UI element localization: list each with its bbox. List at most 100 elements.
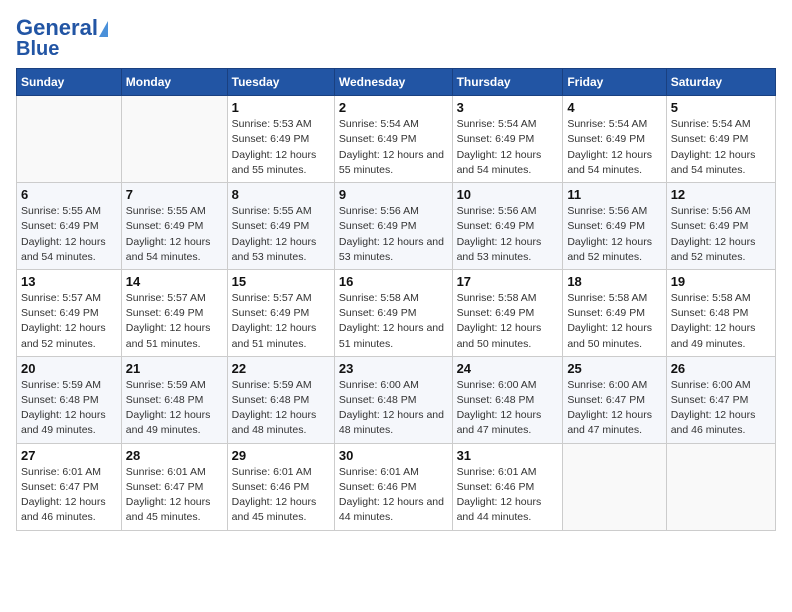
calendar-cell: 24Sunrise: 6:00 AMSunset: 6:48 PMDayligh…	[452, 356, 563, 443]
day-number: 21	[126, 361, 223, 376]
calendar-cell: 31Sunrise: 6:01 AMSunset: 6:46 PMDayligh…	[452, 443, 563, 530]
calendar-cell: 16Sunrise: 5:58 AMSunset: 6:49 PMDayligh…	[334, 269, 452, 356]
day-info: Sunrise: 5:56 AMSunset: 6:49 PMDaylight:…	[671, 204, 771, 265]
day-number: 29	[232, 448, 330, 463]
day-info: Sunrise: 5:55 AMSunset: 6:49 PMDaylight:…	[21, 204, 117, 265]
day-number: 7	[126, 187, 223, 202]
calendar-cell: 22 Sunrise: 5:59 AMSunset: 6:48 PMDayligh…	[227, 356, 334, 443]
day-info: Sunrise: 6:00 AMSunset: 6:47 PMDaylight:…	[671, 378, 771, 439]
day-header: Tuesday	[227, 69, 334, 96]
calendar-table: SundayMondayTuesdayWednesdayThursdayFrid…	[16, 68, 776, 530]
day-info: Sunrise: 5:54 AMSunset: 6:49 PMDaylight:…	[671, 117, 771, 178]
calendar-week-row: 13 Sunrise: 5:57 AMSunset: 6:49 PMDayligh…	[17, 269, 776, 356]
day-header: Saturday	[666, 69, 775, 96]
day-number: 30	[339, 448, 448, 463]
day-number: 14	[126, 274, 223, 289]
day-number: 26	[671, 361, 771, 376]
calendar-cell: 19 Sunrise: 5:58 AMSunset: 6:48 PMDayligh…	[666, 269, 775, 356]
day-number: 19	[671, 274, 771, 289]
calendar-cell: 21 Sunrise: 5:59 AMSunset: 6:48 PMDayligh…	[121, 356, 227, 443]
day-number: 24	[457, 361, 559, 376]
calendar-week-row: 20 Sunrise: 5:59 AMSunset: 6:48 PMDayligh…	[17, 356, 776, 443]
day-number: 5	[671, 100, 771, 115]
logo-subtext: Blue	[16, 38, 59, 60]
day-info: Sunrise: 5:54 AMSunset: 6:49 PMDaylight:…	[567, 117, 661, 178]
day-number: 27	[21, 448, 117, 463]
day-info: Sunrise: 5:59 AMSunset: 6:48 PMDaylight:…	[21, 378, 117, 439]
day-number: 10	[457, 187, 559, 202]
calendar-cell	[17, 96, 122, 183]
day-info: Sunrise: 6:01 AMSunset: 6:47 PMDaylight:…	[21, 465, 117, 526]
day-number: 2	[339, 100, 448, 115]
day-info: Sunrise: 6:00 AMSunset: 6:48 PMDaylight:…	[339, 378, 448, 439]
day-info: Sunrise: 5:57 AMSunset: 6:49 PMDaylight:…	[232, 291, 330, 352]
calendar-cell	[563, 443, 666, 530]
calendar-cell: 13 Sunrise: 5:57 AMSunset: 6:49 PMDayligh…	[17, 269, 122, 356]
calendar-cell: 10Sunrise: 5:56 AMSunset: 6:49 PMDayligh…	[452, 183, 563, 270]
calendar-cell	[121, 96, 227, 183]
day-info: Sunrise: 5:59 AMSunset: 6:48 PMDaylight:…	[232, 378, 330, 439]
day-info: Sunrise: 5:58 AMSunset: 6:49 PMDaylight:…	[339, 291, 448, 352]
calendar-cell: 17 Sunrise: 5:58 AMSunset: 6:49 PMDayligh…	[452, 269, 563, 356]
calendar-cell: 7 Sunrise: 5:55 AMSunset: 6:49 PMDaylight…	[121, 183, 227, 270]
calendar-cell: 6 Sunrise: 5:55 AMSunset: 6:49 PMDaylight…	[17, 183, 122, 270]
calendar-cell: 26 Sunrise: 6:00 AMSunset: 6:47 PMDayligh…	[666, 356, 775, 443]
calendar-cell: 9 Sunrise: 5:56 AMSunset: 6:49 PMDaylight…	[334, 183, 452, 270]
day-info: Sunrise: 6:01 AMSunset: 6:46 PMDaylight:…	[339, 465, 448, 526]
day-info: Sunrise: 5:58 AMSunset: 6:49 PMDaylight:…	[567, 291, 661, 352]
calendar-cell: 15Sunrise: 5:57 AMSunset: 6:49 PMDayligh…	[227, 269, 334, 356]
calendar-cell: 29 Sunrise: 6:01 AMSunset: 6:46 PMDayligh…	[227, 443, 334, 530]
calendar-cell: 2 Sunrise: 5:54 AMSunset: 6:49 PMDaylight…	[334, 96, 452, 183]
day-info: Sunrise: 5:55 AMSunset: 6:49 PMDaylight:…	[232, 204, 330, 265]
day-number: 8	[232, 187, 330, 202]
calendar-cell: 18Sunrise: 5:58 AMSunset: 6:49 PMDayligh…	[563, 269, 666, 356]
day-header: Sunday	[17, 69, 122, 96]
day-number: 23	[339, 361, 448, 376]
calendar-cell: 8 Sunrise: 5:55 AMSunset: 6:49 PMDaylight…	[227, 183, 334, 270]
day-info: Sunrise: 5:56 AMSunset: 6:49 PMDaylight:…	[567, 204, 661, 265]
day-info: Sunrise: 5:54 AMSunset: 6:49 PMDaylight:…	[339, 117, 448, 178]
day-number: 20	[21, 361, 117, 376]
day-number: 28	[126, 448, 223, 463]
day-number: 3	[457, 100, 559, 115]
day-header: Wednesday	[334, 69, 452, 96]
day-info: Sunrise: 5:55 AMSunset: 6:49 PMDaylight:…	[126, 204, 223, 265]
calendar-cell: 12Sunrise: 5:56 AMSunset: 6:49 PMDayligh…	[666, 183, 775, 270]
calendar-cell: 1Sunrise: 5:53 AMSunset: 6:49 PMDaylight…	[227, 96, 334, 183]
day-info: Sunrise: 5:53 AMSunset: 6:49 PMDaylight:…	[232, 117, 330, 178]
day-header: Monday	[121, 69, 227, 96]
day-info: Sunrise: 5:59 AMSunset: 6:48 PMDaylight:…	[126, 378, 223, 439]
calendar-cell: 30 Sunrise: 6:01 AMSunset: 6:46 PMDayligh…	[334, 443, 452, 530]
day-number: 11	[567, 187, 661, 202]
calendar-cell: 25Sunrise: 6:00 AMSunset: 6:47 PMDayligh…	[563, 356, 666, 443]
day-number: 6	[21, 187, 117, 202]
day-number: 9	[339, 187, 448, 202]
day-number: 22	[232, 361, 330, 376]
day-info: Sunrise: 6:01 AMSunset: 6:46 PMDaylight:…	[232, 465, 330, 526]
calendar-cell: 11 Sunrise: 5:56 AMSunset: 6:49 PMDayligh…	[563, 183, 666, 270]
calendar-week-row: 27 Sunrise: 6:01 AMSunset: 6:47 PMDayligh…	[17, 443, 776, 530]
day-info: Sunrise: 5:57 AMSunset: 6:49 PMDaylight:…	[21, 291, 117, 352]
calendar-cell: 3 Sunrise: 5:54 AMSunset: 6:49 PMDaylight…	[452, 96, 563, 183]
page-header: General Blue	[16, 16, 776, 60]
day-header: Friday	[563, 69, 666, 96]
day-header: Thursday	[452, 69, 563, 96]
day-info: Sunrise: 5:57 AMSunset: 6:49 PMDaylight:…	[126, 291, 223, 352]
calendar-cell: 14 Sunrise: 5:57 AMSunset: 6:49 PMDayligh…	[121, 269, 227, 356]
day-number: 4	[567, 100, 661, 115]
calendar-header: SundayMondayTuesdayWednesdayThursdayFrid…	[17, 69, 776, 96]
day-info: Sunrise: 5:58 AMSunset: 6:49 PMDaylight:…	[457, 291, 559, 352]
calendar-cell: 4 Sunrise: 5:54 AMSunset: 6:49 PMDaylight…	[563, 96, 666, 183]
logo: General Blue	[16, 16, 108, 60]
day-info: Sunrise: 5:58 AMSunset: 6:48 PMDaylight:…	[671, 291, 771, 352]
calendar-cell	[666, 443, 775, 530]
day-info: Sunrise: 5:56 AMSunset: 6:49 PMDaylight:…	[339, 204, 448, 265]
calendar-cell: 20 Sunrise: 5:59 AMSunset: 6:48 PMDayligh…	[17, 356, 122, 443]
calendar-cell: 27 Sunrise: 6:01 AMSunset: 6:47 PMDayligh…	[17, 443, 122, 530]
logo-text: General	[16, 16, 108, 40]
day-number: 31	[457, 448, 559, 463]
day-number: 17	[457, 274, 559, 289]
day-info: Sunrise: 5:54 AMSunset: 6:49 PMDaylight:…	[457, 117, 559, 178]
day-number: 13	[21, 274, 117, 289]
calendar-week-row: 1Sunrise: 5:53 AMSunset: 6:49 PMDaylight…	[17, 96, 776, 183]
